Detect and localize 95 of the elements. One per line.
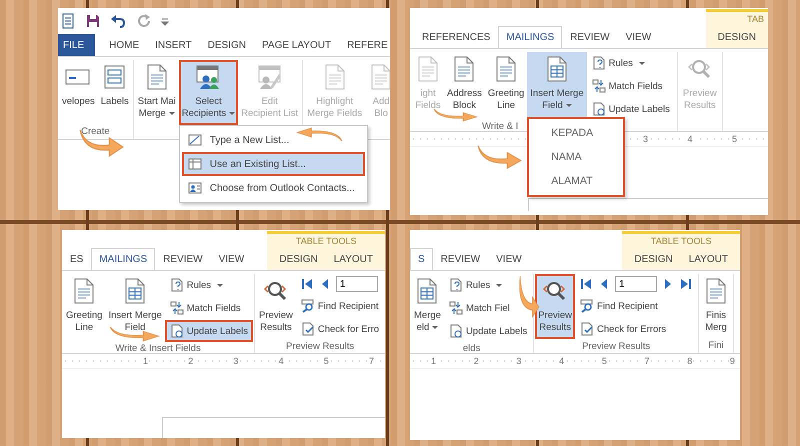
ribbon-tab[interactable]: DESIGN: [710, 26, 764, 48]
checked-document-icon: [580, 322, 594, 336]
boxes-arrow-icon: [448, 301, 463, 315]
ribbon-button[interactable]: Finis Merg: [700, 274, 732, 339]
ribbon-tab[interactable]: MAILINGS: [91, 248, 156, 271]
question-document-icon: [448, 278, 463, 292]
curved-arrow: [518, 274, 540, 320]
ribbon-button[interactable]: Insert Merge Field: [105, 274, 165, 339]
menu-item[interactable]: Type a New List...: [182, 128, 365, 152]
group-label: Write & Insert Fields: [114, 342, 202, 356]
ribbon-button[interactable]: Labels: [98, 60, 132, 113]
ribbon-tab[interactable]: DESIGN: [626, 248, 681, 270]
ribbon-tab[interactable]: REVIEW: [432, 248, 488, 270]
ribbon-button[interactable]: Greeting Line: [484, 52, 528, 117]
ribbon-button[interactable]: Find Recipient: [296, 295, 384, 317]
boxes-arrow-icon: [170, 301, 184, 315]
boxes-arrow-icon: [592, 79, 606, 93]
ribbon-button[interactable]: Update Labels: [586, 98, 675, 120]
curved-arrow: [78, 128, 124, 158]
ribbon-button[interactable]: Check for Errors: [575, 318, 672, 340]
ribbon-tab[interactable]: REVIEW: [562, 26, 618, 48]
ribbon-tab[interactable]: REVIEW: [155, 248, 211, 270]
ribbon-tab[interactable]: LAYOUT: [680, 248, 736, 270]
checked-document-icon: [300, 322, 315, 336]
menu-item[interactable]: Choose from Outlook Contacts...: [182, 176, 365, 200]
ribbon-tab[interactable]: VIEW: [618, 26, 660, 48]
contact-card-icon: [188, 181, 202, 195]
document-icon[interactable]: [60, 13, 76, 29]
group-label: Write & I: [482, 120, 518, 134]
skip-start-icon[interactable]: [579, 277, 594, 291]
record-field[interactable]: 1: [336, 276, 378, 292]
menu-item[interactable]: Use an Existing List...: [182, 152, 365, 176]
ribbon-button[interactable]: Rules: [164, 274, 228, 296]
ribbon-button[interactable]: Find Recipient: [575, 295, 663, 317]
ribbon-button[interactable]: Preview Results: [535, 274, 576, 339]
contextual-tab-header: TABLE TOOLS: [650, 235, 712, 248]
new-list-icon: [188, 133, 202, 147]
curved-arrow: [432, 108, 478, 122]
ribbon-tab[interactable]: REFERENCES: [414, 26, 498, 48]
refresh-document-icon: [170, 324, 184, 338]
ribbon-button[interactable]: Update Labels: [444, 320, 532, 342]
menu-item[interactable]: NAMA: [531, 145, 622, 169]
search-icon: [580, 299, 594, 313]
ribbon-button[interactable]: Select Recipients: [178, 60, 238, 125]
people-pencil-icon: [256, 64, 283, 90]
ribbon-button[interactable]: Start Mai Merge: [134, 60, 179, 125]
group-label: Create: [80, 125, 111, 139]
undo-icon[interactable]: [110, 13, 126, 29]
ribbon-tab[interactable]: FILE: [58, 34, 96, 56]
menu-item[interactable]: ALAMAT: [531, 169, 622, 193]
skip-start-icon[interactable]: [300, 277, 314, 291]
ribbon-button[interactable]: velopes: [59, 60, 98, 113]
contextual-tab-header: TABLE TOOLS: [296, 235, 356, 248]
save-icon[interactable]: [85, 13, 101, 29]
ribbon-button[interactable]: Match Fields: [586, 75, 668, 97]
table-icon: [188, 157, 202, 171]
group-label: Preview Results: [285, 340, 356, 354]
ribbon-button[interactable]: Insert Merge Field: [527, 52, 587, 117]
ribbon-button[interactable]: Check for Erro: [296, 318, 384, 340]
ribbon-button[interactable]: Rules: [586, 52, 650, 74]
curved-arrow: [476, 144, 522, 170]
ribbon-tab[interactable]: S: [410, 248, 433, 271]
ribbon-tab[interactable]: INSERT: [147, 34, 200, 56]
question-document-icon: [592, 56, 606, 70]
contextual-tab-header: TAB: [747, 13, 764, 26]
group-label: elds: [462, 342, 482, 356]
ribbon-tab[interactable]: PAGE LAYOUT: [254, 34, 340, 56]
ribbon-button[interactable]: Address Block: [444, 52, 485, 117]
refresh-document-icon: [448, 324, 463, 338]
ribbon-tab[interactable]: DESIGN: [271, 248, 326, 270]
ribbon-tab[interactable]: MAILINGS: [498, 26, 562, 49]
ribbon-tab[interactable]: REFERE: [339, 34, 390, 56]
ribbon-tab[interactable]: VIEW: [210, 248, 252, 270]
ribbon-tab[interactable]: DESIGN: [200, 34, 254, 56]
ribbon-button[interactable]: Preview Results: [256, 274, 296, 339]
skip-end-icon[interactable]: [679, 277, 694, 291]
search-icon: [300, 299, 315, 313]
question-document-icon: [170, 278, 184, 292]
customize-icon[interactable]: [160, 16, 170, 26]
ribbon-tab[interactable]: HOME: [101, 34, 148, 56]
people-icon: [195, 64, 222, 90]
ribbon-tab[interactable]: LAYOUT: [326, 248, 381, 270]
menu-item[interactable]: KEPADA: [531, 121, 622, 145]
ribbon-button[interactable]: Match Fiel: [444, 297, 515, 319]
record-field[interactable]: 1: [615, 276, 658, 292]
ribbon-button[interactable]: Rules: [444, 274, 508, 296]
ribbon-tab[interactable]: ES: [62, 248, 92, 270]
ribbon-button[interactable]: Match Fields: [164, 297, 246, 319]
ribbon-tab[interactable]: VIEW: [488, 248, 530, 270]
ribbon-button[interactable]: Update Labels: [164, 320, 254, 342]
ribbon-button[interactable]: Greeting Line: [63, 274, 106, 339]
group-label: Preview Results: [581, 340, 652, 354]
group-label: Fini: [707, 339, 725, 353]
ribbon-button[interactable]: Merge eld: [411, 274, 444, 339]
curved-arrow: [296, 127, 344, 142]
